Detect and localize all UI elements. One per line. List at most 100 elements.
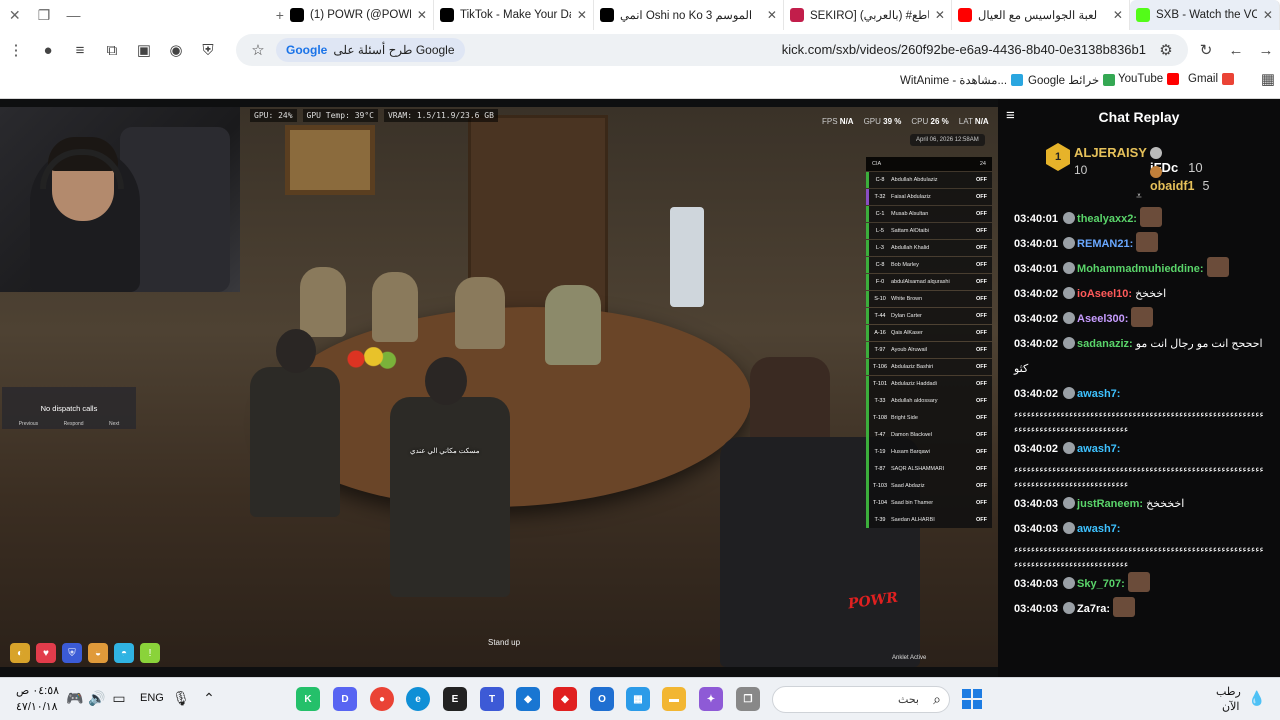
leader-third[interactable]: obaidf1 5 [1150,165,1209,193]
taskbar-app-edge[interactable]: e [406,687,430,711]
bookmark-gmail[interactable]: Gmail [1188,73,1238,85]
chat-username[interactable]: REMAN21: [1077,238,1133,250]
chat-username[interactable]: awash7: [1077,523,1120,535]
chat-timestamp: 03:40:03 [1014,578,1059,590]
clock-time[interactable]: ٠٤:٥٨ ص [16,684,59,697]
player-status: OFF [976,193,987,200]
chat-timestamp: 03:40:01 [1014,238,1059,250]
player-row: T-108 Bright Side OFF [866,409,992,426]
media-control-icon[interactable]: ≡ [67,37,93,63]
taskbar-app-red[interactable]: ◆ [553,687,577,711]
taskbar-app-dropbox[interactable]: ◆ [516,687,540,711]
chat-username[interactable]: Mohammadmuhieddine: [1077,263,1204,275]
google-ask-pill[interactable]: Google طرح أسئلة على Google [276,38,465,62]
restore-window-icon[interactable]: ❐ [29,0,58,30]
taskbar-app-taskview[interactable]: ❐ [736,687,760,711]
extension2-icon[interactable]: ▣ [131,37,157,63]
language-indicator[interactable]: ENG [140,692,164,704]
bookmark-witanime[interactable]: WitAnime - مشاهدة... [900,73,1027,87]
chat-username[interactable]: Sky_707: [1077,578,1125,590]
close-tab-icon[interactable]: ✕ [767,8,777,22]
taskbar-app-store[interactable]: ▦ [626,687,650,711]
url-text[interactable]: kick.com/sxb/videos/260f92be-e6a9-4436-8… [782,42,1146,57]
close-tab-icon[interactable]: ✕ [1263,8,1273,22]
emote-image [1131,307,1154,327]
gamepad-icon[interactable]: 🎮 [66,690,84,708]
shield-icon[interactable]: ⛨ [195,37,221,63]
bookmarks-bar: Gmail YouTube Google خرائط WitAnime - مش… [0,70,1280,92]
taskbar-app-discord[interactable]: D [333,687,357,711]
scene-water-cooler [670,207,704,307]
clock-date[interactable]: ٤٧/١٠/١٨ [16,700,58,713]
extension-icon[interactable]: ● [35,37,61,63]
browser-tab[interactable]: SXB - Watch the VOD ✕ [1129,0,1280,30]
player-callsign: T-32 [874,193,886,200]
taskbar-app-chrome[interactable]: ● [370,687,394,711]
youtube-icon [957,8,972,22]
weather-label[interactable]: رطب [1216,685,1241,698]
reload-icon[interactable]: ↻ [1193,37,1219,63]
taskbar-app-kick[interactable]: K [296,687,320,711]
video-player[interactable]: GPU: 24% GPU Temp: 39°C VRAM: 1.5/11.9/2… [0,107,998,667]
chat-text: ءءءءءءءءءءءءءءءءءءءءءءءءءءءءءءءءءءءءءءءء… [1014,544,1264,569]
chat-username[interactable]: ioAseel10: [1077,288,1132,300]
scroll-to-bottom-icon[interactable]: ⩡ [1132,191,1146,203]
close-tab-icon[interactable]: ✕ [417,8,427,22]
menu-icon[interactable]: ⋮ [3,37,29,63]
player-status: OFF [976,363,987,370]
puzzle-icon[interactable]: ⧉ [99,37,125,63]
all-bookmarks-icon[interactable]: ▦ [1255,66,1280,92]
leader-first-name[interactable]: ALJERAISY [1074,145,1147,160]
volume-icon[interactable]: 🔊 [88,690,106,708]
minimize-window-icon[interactable]: — [59,0,88,30]
browser-tab[interactable]: لعبة الجواسيس مع العيال ✕ [952,0,1130,30]
bronze-badge-icon [1150,166,1162,178]
taskbar-search[interactable]: بحث ⌕ [772,686,950,713]
close-tab-icon[interactable]: ✕ [577,8,587,22]
weather-sub[interactable]: الآن [1222,700,1239,713]
hotbar-hunger-icon: ◒ [88,643,108,663]
chat-username[interactable]: awash7: [1077,443,1120,455]
star-icon[interactable]: ☆ [245,37,271,63]
taskbar-app-epic[interactable]: E [443,687,467,711]
browser-tab[interactable]: SEKIRO] (بالعربي) #6!! مقاطع ✕ [784,0,952,30]
address-bar[interactable]: ☆ Google طرح أسئلة على Google kick.com/s… [236,34,1188,66]
chat-username[interactable]: thealyaxx2: [1077,213,1137,225]
chat-username[interactable]: Aseel300: [1077,313,1128,325]
player-callsign: T-104 [872,499,888,506]
site-settings-icon[interactable]: ⚙ [1153,37,1179,63]
close-tab-icon[interactable]: ✕ [1113,8,1123,22]
chat-timestamp: 03:40:02 [1014,388,1059,400]
browser-tab[interactable]: (1) POWR (@POWReSports) ✕ [284,0,434,30]
bookmark-maps[interactable]: Google خرائط [1028,73,1119,87]
taskbar-app-outlook[interactable]: O [590,687,614,711]
start-button[interactable] [962,689,982,709]
chat-username[interactable]: awash7: [1077,388,1120,400]
extension3-icon[interactable]: ◉ [163,37,189,63]
close-tab-icon[interactable]: ✕ [935,8,945,22]
new-tab-button[interactable]: + [88,0,284,30]
forward-icon[interactable]: → [1253,37,1279,63]
taskbar-app-explorer[interactable]: ▬ [662,687,686,711]
chat-username[interactable]: Za7ra: [1077,603,1110,615]
cpu-stat: CPU 26 % [911,117,948,126]
microphone-icon[interactable]: 🎙 [172,690,190,708]
hotbar-armor-icon: ⛨ [62,643,82,663]
gpu-temp-text: GPU Temp: 39°C [302,109,378,122]
chat-message: 03:40:01 Mohammadmuhieddine: [1014,257,1264,282]
chevron-up-icon[interactable]: ⌃ [200,690,218,708]
taskbar-app-copilot[interactable]: ✦ [699,687,723,711]
browser-tab[interactable]: TikTok - Make Your Day ✕ [434,0,594,30]
dispatch-title: No dispatch calls [40,404,98,413]
back-icon[interactable]: ← [1223,37,1249,63]
chat-username[interactable]: sadanaziz: [1077,338,1133,350]
network-icon[interactable]: ▭ [110,690,128,708]
weather-icon[interactable]: 💧 [1248,690,1266,708]
bookmark-youtube[interactable]: YouTube [1118,73,1183,85]
taskbar-app-teams[interactable]: T [480,687,504,711]
dispatch-next: Next [108,421,120,427]
close-window-icon[interactable]: ✕ [0,0,29,30]
player-callsign: T-19 [874,448,886,455]
browser-tab[interactable]: انمي Oshi no Ko الموسم 3 ✕ [594,0,784,30]
chat-username[interactable]: justRaneem: [1077,498,1143,510]
